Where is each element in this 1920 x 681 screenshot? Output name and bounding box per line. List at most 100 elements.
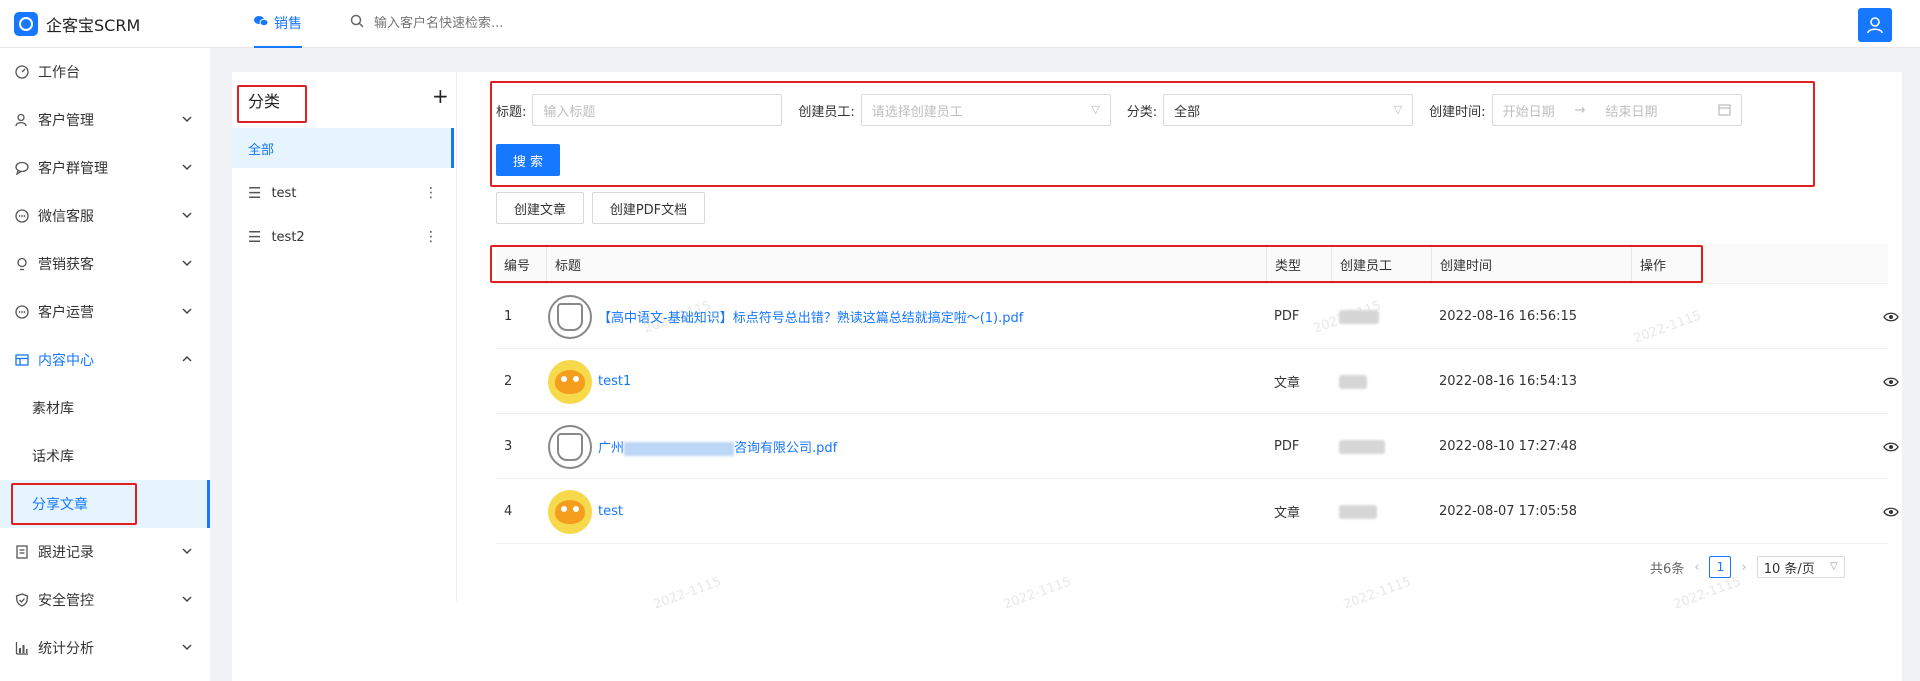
row-creator xyxy=(1339,414,1385,479)
drag-handle-icon[interactable]: ☰ xyxy=(248,184,261,202)
chevron-down-icon xyxy=(182,160,192,176)
sidebar-item-wechat-service[interactable]: 微信客服 xyxy=(0,192,210,240)
table-row: 1 【高中语文-基础知识】标点符号总出错？熟读这篇总结就搞定啦～(1).pdf … xyxy=(496,284,1899,349)
row-type: PDF xyxy=(1274,309,1300,324)
more-icon[interactable]: ⋮ xyxy=(424,229,438,245)
row-no: 1 xyxy=(504,309,513,324)
table-row: 2 test1 文章 2022-08-16 16:54:13 xyxy=(496,349,1899,414)
sidebar-item-marketing[interactable]: 营销获客 xyxy=(0,240,210,288)
sidebar-item-label: 客户管理 xyxy=(38,113,94,129)
row-title-prefix: 广州 xyxy=(598,441,625,456)
row-title-link[interactable]: 广州 咨询有限公司.pdf xyxy=(598,437,837,456)
sidebar-subitem-materials[interactable]: 素材库 xyxy=(0,384,210,432)
row-creator xyxy=(1339,284,1379,349)
sidebar-item-customers[interactable]: 客户管理 xyxy=(0,96,210,144)
sidebar-item-label: 微信客服 xyxy=(38,209,94,225)
create-pdf-button[interactable]: 创建PDF文档 xyxy=(592,192,705,224)
watermark: 2022-1115 xyxy=(1671,574,1744,613)
sidebar-item-customer-groups[interactable]: 客户群管理 xyxy=(0,144,210,192)
global-search-input[interactable] xyxy=(374,15,634,31)
sidebar-item-content-center[interactable]: 内容中心 xyxy=(0,336,210,384)
row-created-time: 2022-08-16 16:54:13 xyxy=(1439,374,1578,389)
chevron-down-icon: ▽ xyxy=(1829,561,1838,572)
app-logo[interactable]: 企客宝SCRM xyxy=(14,12,140,36)
user-icon xyxy=(1867,17,1883,34)
chevron-down-icon xyxy=(182,544,192,560)
sidebar-subitem-label: 素材库 xyxy=(32,401,74,417)
logo-icon xyxy=(14,12,38,36)
create-article-button[interactable]: 创建文章 xyxy=(496,192,584,224)
user-avatar[interactable] xyxy=(1858,8,1892,42)
search-icon xyxy=(350,14,364,32)
pdf-thumbnail-icon xyxy=(548,424,592,469)
pagination: 共6条 ‹ 1 › 10 条/页 ▽ xyxy=(1650,556,1845,578)
article-thumbnail-icon xyxy=(548,489,592,534)
prev-page-icon[interactable]: ‹ xyxy=(1694,560,1699,575)
row-no: 2 xyxy=(504,374,513,389)
table-row: 3 广州 咨询有限公司.pdf PDF 2022-08-10 17:27:48 xyxy=(496,414,1899,479)
row-title-cell: 【高中语文-基础知识】标点符号总出错？熟读这篇总结就搞定啦～(1).pdf xyxy=(548,284,1023,349)
row-created-time: 2022-08-16 16:56:15 xyxy=(1439,309,1578,324)
drag-handle-icon[interactable]: ☰ xyxy=(248,228,261,246)
row-actions xyxy=(1882,414,1920,479)
customer-icon xyxy=(14,113,30,127)
row-no: 3 xyxy=(504,439,513,454)
sidebar-item-label: 营销获客 xyxy=(38,257,94,273)
row-actions xyxy=(1882,349,1920,414)
add-category-button[interactable]: + xyxy=(432,86,449,106)
sidebar-item-security[interactable]: 安全管控 xyxy=(0,576,210,624)
dashboard-icon xyxy=(14,65,30,79)
page-number[interactable]: 1 xyxy=(1709,556,1732,578)
global-search[interactable] xyxy=(350,14,634,32)
page-size-select[interactable]: 10 条/页 ▽ xyxy=(1756,556,1845,578)
eye-icon[interactable] xyxy=(1882,438,1900,456)
category-panel: 分类 + 全部 ☰ test ⋮ ☰ test2 ⋮ xyxy=(232,72,457,602)
highlight-box-table-header xyxy=(490,245,1703,283)
row-title-suffix: 咨询有限公司.pdf xyxy=(734,441,838,456)
category-item-test[interactable]: ☰ test ⋮ xyxy=(232,173,454,213)
shield-icon xyxy=(14,593,30,607)
row-type: 文章 xyxy=(1274,506,1301,521)
row-title-link[interactable]: test xyxy=(598,504,623,519)
eye-icon[interactable] xyxy=(1882,503,1900,521)
redacted-text xyxy=(624,441,735,456)
next-page-icon[interactable]: › xyxy=(1741,560,1746,575)
sidebar-item-label: 内容中心 xyxy=(38,353,94,369)
highlight-box-category xyxy=(237,85,307,123)
chevron-down-icon xyxy=(182,256,192,272)
table-row: 4 test 文章 2022-08-07 17:05:58 xyxy=(496,479,1899,544)
sidebar-subitem-label: 话术库 xyxy=(32,449,74,465)
pagination-total: 共6条 xyxy=(1650,561,1685,577)
eye-icon[interactable] xyxy=(1882,308,1900,326)
category-item-test2[interactable]: ☰ test2 ⋮ xyxy=(232,217,454,257)
category-label: test2 xyxy=(271,229,305,245)
sidebar-item-operations[interactable]: 客户运营 xyxy=(0,288,210,336)
row-type: 文章 xyxy=(1274,376,1301,391)
watermark: 2022-1115 xyxy=(1001,574,1074,613)
watermark: 2022-1115 xyxy=(1341,574,1414,613)
tab-sales[interactable]: 销售 xyxy=(254,0,302,48)
chevron-down-icon xyxy=(182,304,192,320)
group-chat-icon xyxy=(14,161,30,175)
more-icon[interactable]: ⋮ xyxy=(424,185,438,201)
row-creator xyxy=(1339,349,1367,414)
sidebar-item-label: 工作台 xyxy=(38,65,80,81)
category-item-all[interactable]: 全部 xyxy=(232,128,454,168)
row-title-cell: test xyxy=(548,479,623,544)
sidebar-item-workbench[interactable]: 工作台 xyxy=(0,48,210,96)
sidebar: 工作台 客户管理 客户群管理 微信客服 营销获客 客户运营 内容中心 素材库 话… xyxy=(0,48,210,681)
sidebar-item-statistics[interactable]: 统计分析 xyxy=(0,624,210,672)
chevron-up-icon xyxy=(182,352,192,368)
chevron-down-icon xyxy=(182,640,192,656)
row-created-time: 2022-08-07 17:05:58 xyxy=(1439,504,1578,519)
service-icon xyxy=(14,209,30,223)
row-created-time: 2022-08-10 17:27:48 xyxy=(1439,439,1578,454)
sidebar-subitem-scripts[interactable]: 话术库 xyxy=(0,432,210,480)
row-title-link[interactable]: test1 xyxy=(598,374,631,389)
page-size-value: 10 条/页 xyxy=(1763,561,1815,577)
sidebar-item-follow-up[interactable]: 跟进记录 xyxy=(0,528,210,576)
eye-icon[interactable] xyxy=(1882,373,1900,391)
app-title: 企客宝SCRM xyxy=(46,16,141,35)
row-title-link[interactable]: 【高中语文-基础知识】标点符号总出错？熟读这篇总结就搞定啦～(1).pdf xyxy=(598,307,1023,326)
row-actions xyxy=(1882,479,1920,544)
